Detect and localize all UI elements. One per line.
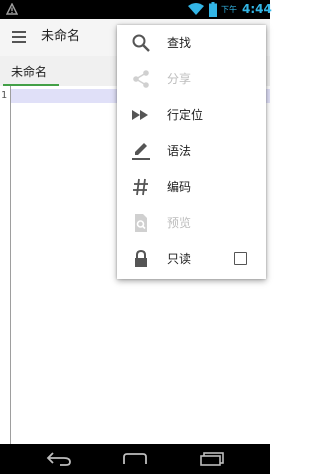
menu-item-label: 预览	[167, 216, 192, 230]
back-icon[interactable]	[46, 452, 72, 466]
pen-icon	[132, 143, 150, 160]
home-icon[interactable]	[121, 453, 149, 465]
app-title: 未命名	[41, 29, 81, 44]
battery-icon	[209, 2, 217, 17]
hamburger-menu-icon[interactable]	[12, 31, 26, 43]
tab-untitled[interactable]: 未命名	[3, 56, 59, 86]
menu-item-share[interactable]: 分享	[117, 61, 266, 97]
status-ampm: 下午	[221, 5, 237, 14]
wifi-icon	[188, 3, 204, 15]
menu-item-label: 分享	[167, 72, 192, 86]
notification-icon	[6, 3, 18, 15]
menu-item-read-only[interactable]: 只读	[117, 241, 266, 277]
read-only-checkbox[interactable]	[234, 252, 247, 265]
menu-item-goto-line[interactable]: 行定位	[117, 97, 266, 133]
lock-icon	[135, 249, 147, 267]
line-number: 1	[1, 90, 8, 101]
preview-icon	[135, 214, 147, 232]
navigation-bar	[0, 444, 270, 474]
menu-item-label: 语法	[167, 144, 192, 158]
menu-item-preview[interactable]: 预览	[117, 205, 266, 241]
menu-item-label: 查找	[167, 36, 192, 50]
overflow-menu: 查找 分享 行定位 语法 编码 预览 只读	[117, 25, 266, 279]
menu-item-find[interactable]: 查找	[117, 25, 266, 61]
menu-item-label: 只读	[167, 252, 192, 266]
menu-item-encoding[interactable]: 编码	[117, 169, 266, 205]
search-icon	[132, 34, 150, 52]
menu-item-label: 编码	[167, 180, 192, 194]
tab-label: 未命名	[11, 65, 48, 79]
menu-item-label: 行定位	[167, 108, 204, 122]
menu-item-syntax[interactable]: 语法	[117, 133, 266, 169]
share-icon	[133, 70, 149, 88]
status-bar: 下午 4:44	[0, 0, 272, 19]
hash-icon	[133, 178, 148, 196]
fast-forward-icon	[132, 110, 148, 120]
line-number-gutter: 1	[0, 86, 11, 444]
status-clock: 4:44	[242, 2, 272, 16]
recent-apps-icon[interactable]	[199, 452, 225, 466]
